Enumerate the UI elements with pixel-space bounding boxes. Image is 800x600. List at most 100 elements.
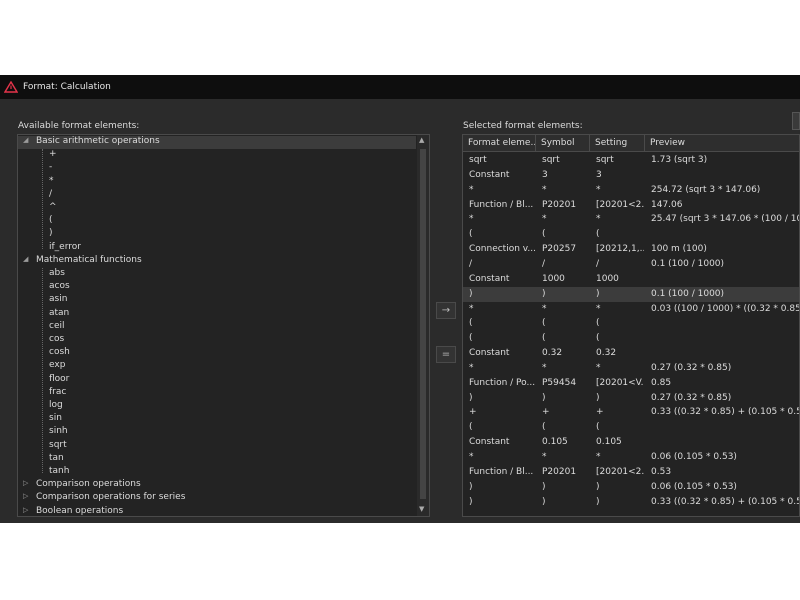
table-cell: ( <box>542 318 546 329</box>
table-row[interactable]: * * * 0.03 ((100 / 1000) * ((0.32 * 0.85) +… <box>463 302 799 317</box>
tree-item[interactable]: ^ <box>18 202 416 215</box>
tree-item[interactable]: log <box>18 400 416 413</box>
table-row[interactable]: ( ( ( <box>463 316 799 331</box>
table-row[interactable]: * * * 25.47 (sqrt 3 * 147.06 * (100 / 1000)… <box>463 212 799 227</box>
expand-arrow-icon[interactable]: ▷ <box>23 506 28 514</box>
tree-item[interactable]: ) <box>18 228 416 241</box>
tree-item-label: log <box>49 400 63 410</box>
table-cell <box>651 227 799 242</box>
expand-arrow-icon[interactable]: ▷ <box>23 479 28 487</box>
tree-item-label: + <box>49 149 57 160</box>
add-element-button[interactable]: → <box>436 302 456 319</box>
tree-item[interactable]: acos <box>18 281 416 294</box>
table-row[interactable]: ))) 0.27 (0.32 * 0.85) <box>463 391 799 406</box>
table-cell: [20212,1,... <box>596 244 644 255</box>
scroll-down-icon[interactable]: ▼ <box>419 505 424 513</box>
tree-guide-line <box>42 268 43 474</box>
expand-arrow-icon[interactable]: ▷ <box>23 492 28 500</box>
table-row[interactable]: Constant 1000 1000 <box>463 272 799 287</box>
column-header[interactable]: Format eleme... <box>463 135 536 152</box>
tree-category-label: Boolean operations <box>36 505 124 516</box>
table-row[interactable]: Constant 3 3 <box>463 168 799 183</box>
tree-item-label: sin <box>49 413 62 424</box>
tree-item-label: frac <box>49 386 67 397</box>
tree-item[interactable]: + <box>18 149 416 162</box>
table-row[interactable]: Function / Bl... P20201 [20201<2... 147.06 <box>463 198 799 213</box>
table-cell: ( <box>469 333 473 344</box>
collapse-arrow-icon[interactable]: ◢ <box>23 136 28 144</box>
equals-button[interactable]: = <box>436 346 456 363</box>
table-row[interactable]: / / / 0.1 (100 / 1000) <box>463 257 799 272</box>
tree-category[interactable]: ▷ Comparison operations <box>18 479 416 492</box>
tree-item[interactable]: ceil <box>18 321 416 334</box>
table-cell: ( <box>596 318 600 329</box>
tree-category[interactable]: ◢ Mathematical functions <box>18 255 416 268</box>
options-button[interactable] <box>792 112 800 130</box>
table-cell: P59454 <box>542 377 577 388</box>
tree-item[interactable]: asin <box>18 294 416 307</box>
table-cell: + <box>542 407 550 418</box>
tree-item[interactable]: floor <box>18 374 416 387</box>
tree-item[interactable]: abs <box>18 268 416 281</box>
tree-item[interactable]: cos <box>18 334 416 347</box>
tree-item[interactable]: / <box>18 189 416 202</box>
table-cell: ) <box>469 392 473 403</box>
table-row[interactable]: Constant 0.105 0.105 <box>463 435 799 450</box>
table-row[interactable]: ((( <box>463 331 799 346</box>
table-row[interactable]: Constant 0.32 0.32 <box>463 346 799 361</box>
tree-item[interactable]: tanh <box>18 466 416 479</box>
tree-item-label: / <box>49 188 53 199</box>
table-cell: 100 m (100) <box>651 244 707 255</box>
tree-item[interactable]: exp <box>18 360 416 373</box>
table-row[interactable]: ))) 0.06 (0.105 * 0.53) <box>463 480 799 495</box>
scroll-up-icon[interactable]: ▲ <box>419 136 424 144</box>
table-cell: ) <box>596 496 600 507</box>
tree-item[interactable]: if_error <box>18 242 416 255</box>
table-row[interactable]: * * * 0.27 (0.32 * 0.85) <box>463 361 799 376</box>
table-row[interactable]: Connection v... P20257 [20212,1,... 100 m (… <box>463 242 799 257</box>
table-row[interactable]: ((( <box>463 227 799 242</box>
tree-category[interactable]: ▷ Comparison operations for series <box>18 492 416 505</box>
tree-item-label: sqrt <box>49 439 67 450</box>
tree-item[interactable]: - <box>18 162 416 175</box>
table-cell: * <box>596 362 601 373</box>
table-row[interactable]: ((( <box>463 420 799 435</box>
tree-category[interactable]: ▷ Boolean operations <box>18 505 416 516</box>
tree-item[interactable]: sin <box>18 413 416 426</box>
table-cell: ( <box>469 318 473 329</box>
column-header[interactable]: Preview <box>645 135 799 152</box>
table-row[interactable]: + + +0.33 ((0.32 * 0.85) + (0.105 * 0.53)) <box>463 405 799 420</box>
tree-scrollbar[interactable]: ▲ ▼ <box>417 135 429 516</box>
selected-elements-table[interactable]: Format eleme... Symbol Setting Preview sqrt… <box>462 134 800 517</box>
tree-item[interactable]: tan <box>18 453 416 466</box>
tree-item-label: ^ <box>49 202 57 212</box>
table-cell: ( <box>542 422 546 433</box>
table-row[interactable]: Function / Po... P59454 [20201<V... 0.85 <box>463 376 799 391</box>
table-cell: 0.27 (0.32 * 0.85) <box>651 362 732 373</box>
table-cell <box>651 272 799 287</box>
table-row[interactable]: ))) 0.1 (100 / 1000) <box>463 286 799 302</box>
tree-item[interactable]: cosh <box>18 347 416 360</box>
table-row[interactable]: ))) 0.33 ((0.32 * 0.85) + (0.105 * 0.53)) <box>463 495 799 510</box>
table-row[interactable]: * * * 0.06 (0.105 * 0.53) <box>463 450 799 465</box>
table-row[interactable]: sqrt sqrt sqrt 1.73 (sqrt 3) <box>463 153 799 168</box>
tree-item[interactable]: sqrt <box>18 440 416 453</box>
available-elements-tree[interactable]: ▲ ▼ ◢ Basic arithmetic operations + - * / ^ () i… <box>17 134 430 517</box>
scrollbar-thumb[interactable] <box>420 149 426 499</box>
table-cell: ( <box>542 229 546 240</box>
tree-item-label: if_error <box>49 241 81 252</box>
table-row[interactable]: * * * 254.72 (sqrt 3 * 147.06) <box>463 183 799 198</box>
tree-item[interactable]: ( <box>18 215 416 228</box>
tree-category[interactable]: ◢ Basic arithmetic operations <box>18 136 416 149</box>
collapse-arrow-icon[interactable]: ◢ <box>23 255 28 263</box>
tree-item-label: sinh <box>49 426 68 437</box>
column-header[interactable]: Setting <box>590 135 645 152</box>
tree-item-label: ( <box>49 215 53 226</box>
tree-item[interactable]: atan <box>18 308 416 321</box>
tree-item[interactable]: sinh <box>18 426 416 439</box>
table-row[interactable]: Function / Bl... P20201 [20201<2... 0.53 <box>463 465 799 480</box>
table-cell: * <box>542 362 547 373</box>
tree-item[interactable]: * <box>18 176 416 189</box>
column-header[interactable]: Symbol <box>536 135 590 152</box>
tree-item[interactable]: frac <box>18 387 416 400</box>
